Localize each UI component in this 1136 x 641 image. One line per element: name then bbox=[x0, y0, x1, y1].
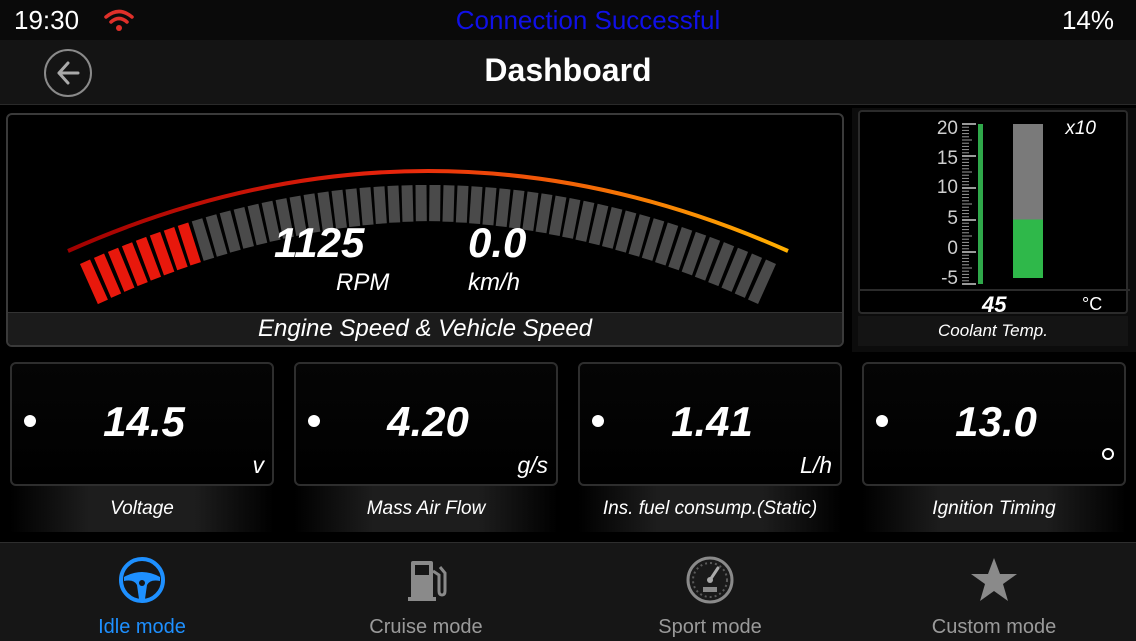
battery-level: 14% bbox=[1061, 5, 1114, 35]
rpm-segment bbox=[535, 193, 553, 234]
tab-sport-mode[interactable]: Sport mode bbox=[568, 543, 852, 641]
card-frame: 14.5 v bbox=[10, 362, 274, 486]
speedometer-icon bbox=[686, 556, 734, 604]
tab-custom-mode[interactable]: Custom mode bbox=[852, 543, 1136, 641]
coolant-value: 45 bbox=[982, 292, 1007, 317]
rpm-segment bbox=[401, 185, 414, 222]
mass-air-flow-gauge: 4.20 g/s Mass Air Flow bbox=[294, 362, 558, 534]
coolant-bar-fill bbox=[1013, 219, 1043, 278]
card-frame: 4.20 g/s bbox=[294, 362, 558, 486]
degree-unit-symbol bbox=[1102, 448, 1114, 460]
steering-wheel-icon bbox=[119, 557, 165, 603]
fuel-consumption-value: 1.41 bbox=[671, 398, 753, 445]
coolant-bar-graphic bbox=[860, 123, 1130, 291]
engine-gauge-caption: Engine Speed & Vehicle Speed bbox=[8, 312, 842, 345]
card-frame: 1.41 L/h bbox=[578, 362, 842, 486]
rpm-segment bbox=[387, 185, 401, 223]
card-frame: 13.0 bbox=[862, 362, 1126, 486]
rpm-segment bbox=[415, 184, 427, 222]
ignition-timing-gauge: 13.0 Ignition Timing bbox=[862, 362, 1126, 534]
voltage-unit: v bbox=[252, 452, 265, 478]
coolant-gauge: 20 15 10 5 0 -5 x10 45 °C Coolant Temp. bbox=[852, 108, 1136, 352]
fuel-pump-icon bbox=[408, 561, 447, 601]
rpm-segment bbox=[373, 186, 387, 224]
speed-unit: km/h bbox=[468, 269, 521, 296]
rpm-segment bbox=[429, 184, 441, 222]
fuel-consumption-caption: Ins. fuel consump.(Static) bbox=[578, 486, 842, 532]
page-title: Dashboard bbox=[484, 52, 652, 88]
fuel-consumption-unit: L/h bbox=[800, 452, 832, 478]
tab-label: Idle mode bbox=[98, 616, 186, 638]
navigation-bar: Dashboard bbox=[0, 40, 1136, 105]
speed-value: 0.0 bbox=[468, 219, 527, 266]
rpm-segments bbox=[79, 184, 777, 305]
coolant-ticks bbox=[962, 123, 976, 285]
coolant-unit: °C bbox=[1082, 294, 1103, 314]
coolant-multiplier: x10 bbox=[1065, 118, 1096, 139]
coolant-scale-fill bbox=[978, 124, 983, 284]
tab-label: Custom mode bbox=[931, 616, 1057, 638]
status-bar: 19:30 Connection Successful 14% bbox=[0, 0, 1136, 40]
mass-air-flow-value: 4.20 bbox=[387, 398, 469, 445]
fuel-consumption-gauge: 1.41 L/h Ins. fuel consump.(Static) bbox=[578, 362, 842, 534]
rpm-segment bbox=[455, 185, 469, 223]
coolant-gauge-frame: 20 15 10 5 0 -5 x10 45 °C bbox=[858, 110, 1130, 317]
ignition-timing-caption: Ignition Timing bbox=[862, 486, 1126, 532]
coolant-caption: Coolant Temp. bbox=[858, 316, 1128, 346]
tab-label: Sport mode bbox=[658, 616, 762, 638]
voltage-caption: Voltage bbox=[10, 486, 274, 532]
voltage-gauge: 14.5 v Voltage bbox=[10, 362, 274, 534]
connection-status: Connection Successful bbox=[455, 5, 721, 35]
tab-idle-mode[interactable]: Idle mode bbox=[0, 543, 284, 641]
rpm-segment bbox=[442, 185, 455, 222]
mass-air-flow-caption: Mass Air Flow bbox=[294, 486, 558, 532]
voltage-value: 14.5 bbox=[103, 398, 185, 445]
rpm-value: 1125 bbox=[274, 219, 365, 266]
tab-cruise-mode[interactable]: Cruise mode bbox=[284, 543, 568, 641]
rpm-unit: RPM bbox=[336, 269, 390, 296]
engine-speed-gauge: 1125 RPM 0.0 km/h Engine Speed & Vehicle… bbox=[6, 113, 844, 347]
tab-label: Cruise mode bbox=[369, 616, 483, 638]
star-icon bbox=[971, 558, 1017, 601]
mode-tab-bar: Idle mode Cruise mode Sport mode Custom … bbox=[0, 542, 1136, 641]
mass-air-flow-unit: g/s bbox=[517, 452, 548, 478]
ignition-timing-value: 13.0 bbox=[955, 398, 1037, 445]
